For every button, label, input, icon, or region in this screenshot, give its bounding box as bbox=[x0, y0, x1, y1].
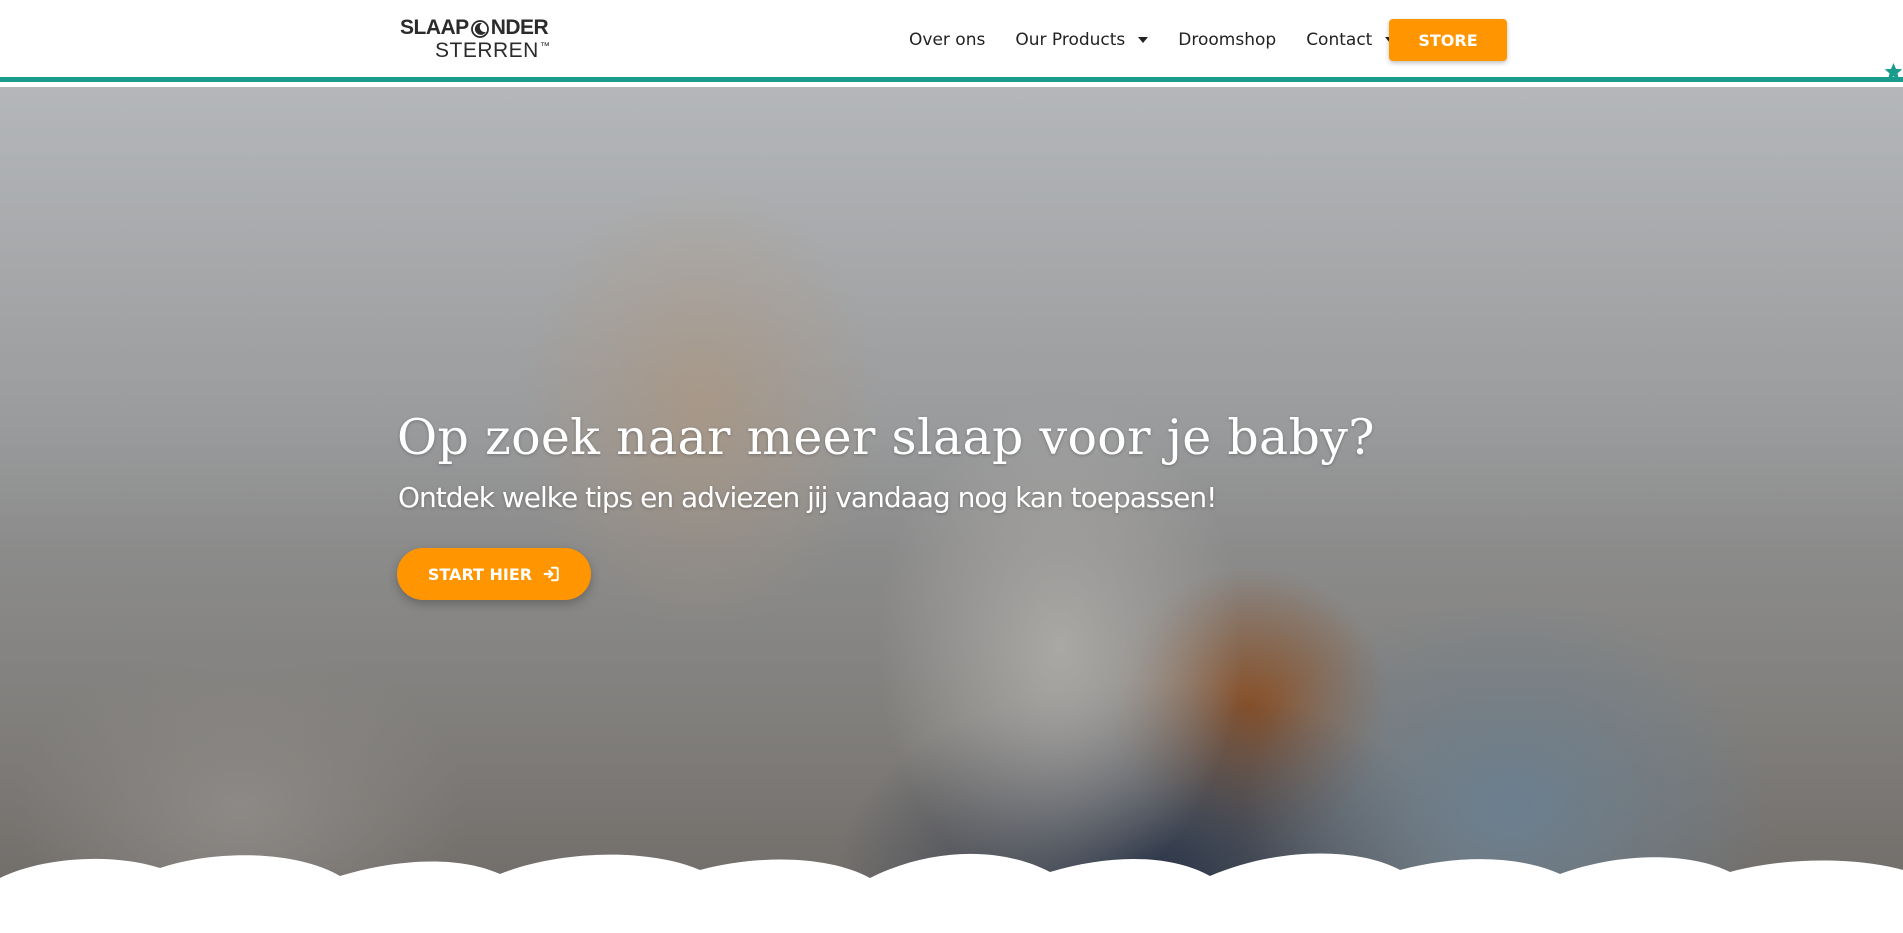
nav-item-label: Contact bbox=[1306, 30, 1373, 50]
hero-title: Op zoek naar meer slaap voor je baby? bbox=[397, 409, 1375, 466]
cloud-divider bbox=[0, 853, 1903, 933]
site-header: SLAAP NDER STERREN™ Over ons Our Product… bbox=[0, 0, 1903, 82]
main-nav: Over ons Our Products Droomshop Contact bbox=[909, 24, 1425, 56]
logo-line-2: STERREN™ bbox=[435, 39, 550, 63]
star-icon[interactable] bbox=[1884, 62, 1903, 81]
hero-section: Op zoek naar meer slaap voor je baby? On… bbox=[0, 87, 1903, 933]
nav-item-contact[interactable]: Contact bbox=[1306, 30, 1396, 50]
start-here-button[interactable]: START HIER bbox=[397, 548, 591, 600]
hero-subtitle: Ontdek welke tips en adviezen jij vandaa… bbox=[398, 481, 1217, 514]
nav-item-label: Our Products bbox=[1015, 30, 1126, 50]
caret-down-icon bbox=[1138, 37, 1149, 43]
sign-in-icon bbox=[543, 566, 559, 582]
nav-item-droomshop[interactable]: Droomshop bbox=[1178, 30, 1276, 50]
nav-item-label: Droomshop bbox=[1178, 30, 1277, 50]
nav-item-over-ons[interactable]: Over ons bbox=[909, 30, 985, 50]
logo-line-1: SLAAP NDER bbox=[400, 16, 549, 40]
nav-item-our-products[interactable]: Our Products bbox=[1015, 30, 1149, 50]
logo-text-right: NDER bbox=[490, 16, 549, 39]
start-here-label: START HIER bbox=[427, 564, 533, 584]
nav-item-label: Over ons bbox=[909, 30, 986, 50]
moon-icon bbox=[470, 19, 490, 39]
store-button[interactable]: STORE bbox=[1389, 19, 1507, 61]
trademark-sign: ™ bbox=[539, 41, 551, 52]
logo-text-left: SLAAP bbox=[400, 16, 469, 39]
site-logo[interactable]: SLAAP NDER STERREN™ bbox=[400, 16, 570, 64]
logo-text-sterren: STERREN bbox=[435, 39, 539, 62]
